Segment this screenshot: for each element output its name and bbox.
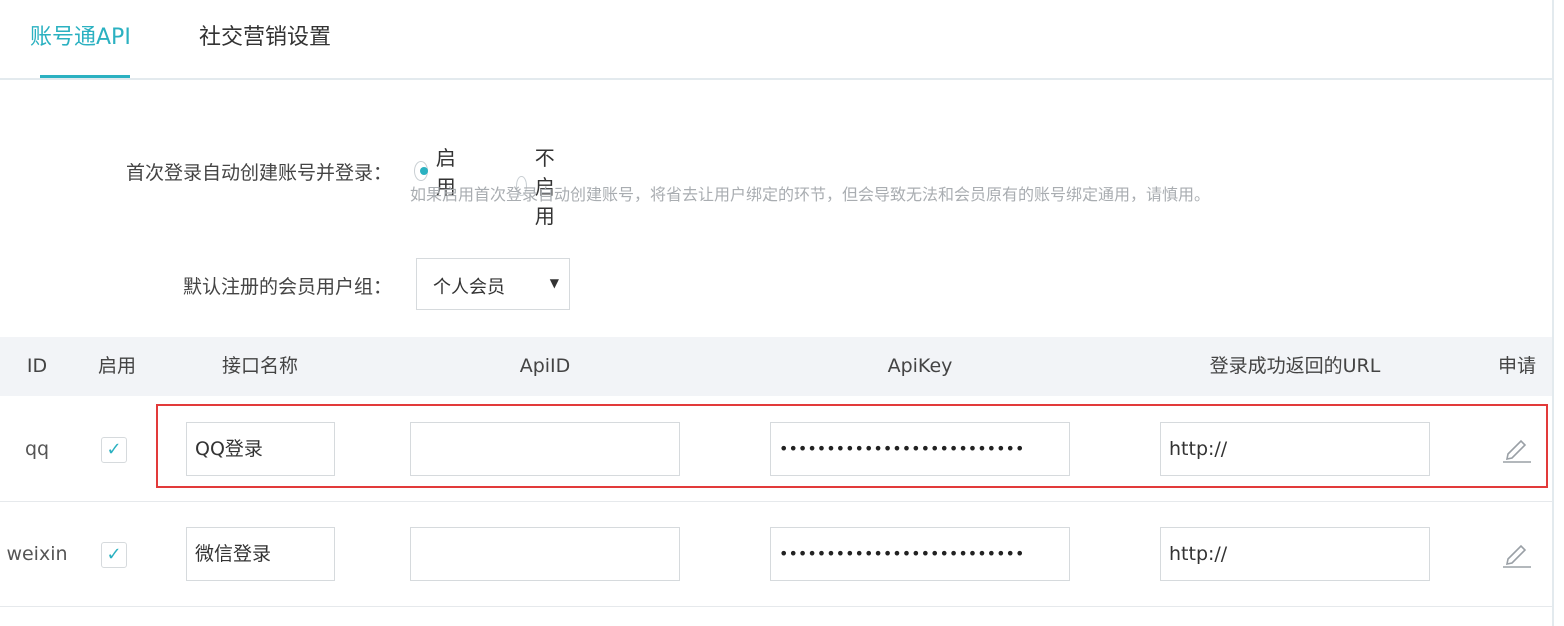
radio-dot-selected[interactable] (414, 161, 428, 181)
header-api-key: ApiKey (887, 355, 953, 377)
pencil-icon[interactable] (1502, 434, 1532, 464)
header-id: ID (26, 355, 48, 377)
return-url-input[interactable]: http:// (1160, 527, 1430, 581)
row-id: qq (24, 438, 50, 460)
tab-bar: 账号通API 社交营销设置 (0, 0, 1552, 80)
header-apply: 申请 (1497, 355, 1536, 377)
header-return-url: 登录成功返回的URL (1209, 355, 1381, 377)
header-enabled: 启用 (97, 355, 136, 377)
pencil-icon[interactable] (1502, 539, 1532, 569)
table-header: ID 启用 接口名称 ApiID ApiKey 登录成功返回的URL 申请 (0, 337, 1552, 396)
row-id: weixin (6, 543, 68, 565)
auto-create-hint: 如果启用首次登录自动创建账号，将省去让用户绑定的环节，但会导致无法和会员原有的账… (410, 185, 1211, 204)
api-id-input[interactable] (410, 527, 680, 581)
right-border (1552, 0, 1554, 626)
select-value: 个人会员 (433, 277, 505, 298)
default-group-label: 默认注册的会员用户组： (182, 276, 392, 298)
enabled-checkbox[interactable]: ✓ (101, 437, 127, 463)
api-key-input[interactable]: •••••••••••••••••••••••••• (770, 422, 1070, 476)
name-input[interactable]: QQ登录 (186, 422, 335, 476)
tab-account-api[interactable]: 账号通API (30, 20, 131, 56)
api-key-input[interactable]: •••••••••••••••••••••••••• (770, 527, 1070, 581)
name-input[interactable]: 微信登录 (186, 527, 335, 581)
table-row: weixin ✓ 微信登录 ••••••••••••••••••••••••••… (0, 502, 1552, 607)
api-id-input[interactable] (410, 422, 680, 476)
tab-social-marketing[interactable]: 社交营销设置 (199, 20, 331, 56)
header-api-id: ApiID (519, 355, 571, 377)
return-url-input[interactable]: http:// (1160, 422, 1430, 476)
caret-down-icon: ▼ (549, 276, 559, 290)
header-name: 接口名称 (221, 355, 298, 377)
enabled-checkbox[interactable]: ✓ (101, 542, 127, 568)
default-group-select[interactable]: 个人会员 ▼ (416, 258, 570, 310)
active-tab-indicator (40, 75, 130, 78)
table-row: qq ✓ QQ登录 •••••••••••••••••••••••••• htt… (0, 397, 1552, 502)
auto-create-label: 首次登录自动创建账号并登录： (125, 162, 392, 184)
checkmark-icon: ✓ (106, 544, 122, 565)
checkmark-icon: ✓ (106, 439, 122, 460)
